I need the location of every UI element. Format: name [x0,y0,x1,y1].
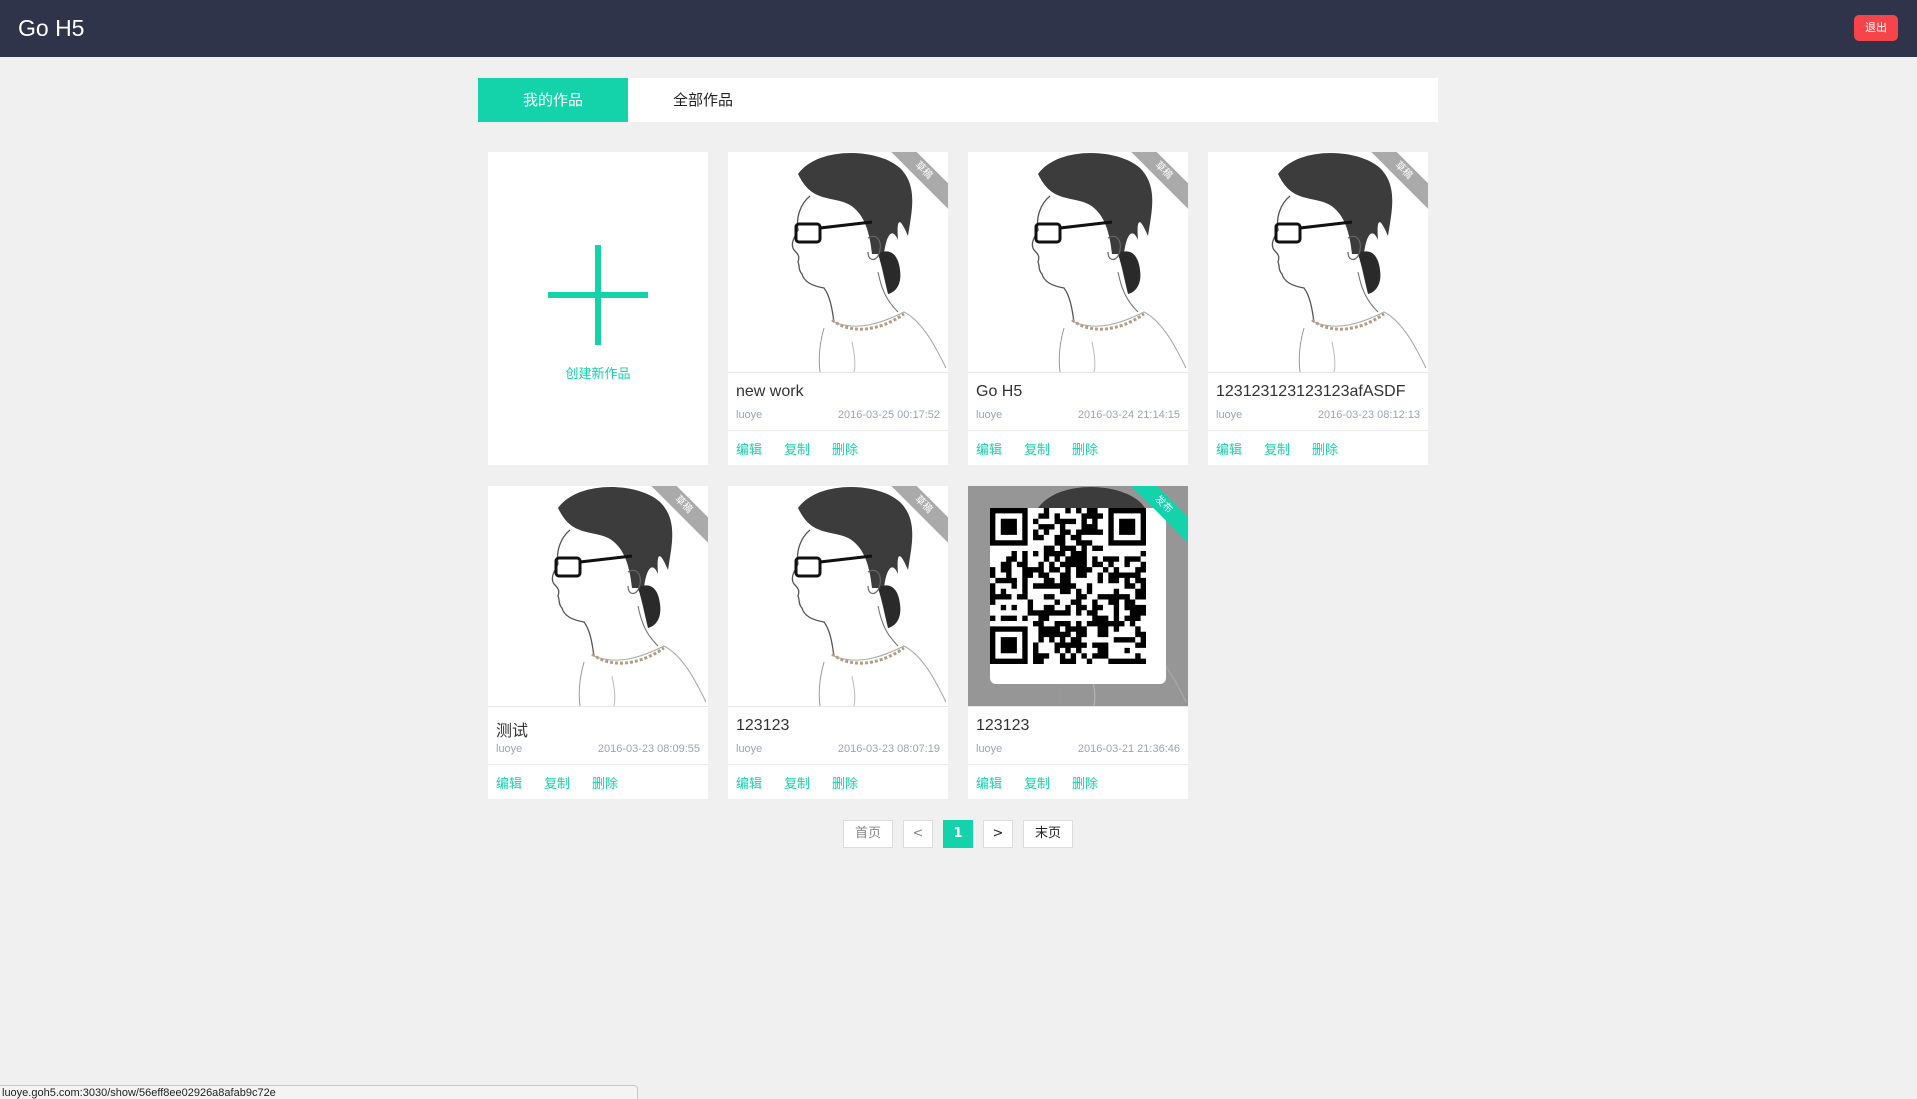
portrait-sketch-image [1031,152,1187,372]
work-thumbnail[interactable]: 草稿 [728,152,948,372]
work-card[interactable]: 草稿 new work luoye 2016-03-25 00:17:52 编辑 复制 删除 [728,152,948,465]
tab-all-works[interactable]: 全部作品 [628,78,778,122]
work-card[interactable]: 草稿 Go H5 luoye 2016-03-24 21:14:15 编辑 复制 删除 [968,152,1188,465]
copy-button[interactable]: 复制 [1024,773,1050,792]
work-author: luoye [1216,409,1243,421]
work-author: luoye [496,743,523,755]
copy-button[interactable]: 复制 [1024,439,1050,458]
work-author: luoye [736,409,763,421]
pager-first-button[interactable]: 首页 [843,820,893,848]
pager-current-page[interactable]: 1 [943,820,973,848]
work-actions: 编辑 复制 删除 [728,765,948,799]
work-meta: 123123123123123afASDF luoye 2016-03-23 08:… [1208,372,1428,431]
delete-button[interactable]: 删除 [832,773,858,792]
work-meta: 测试 luoye 2016-03-23 08:09:55 [488,706,708,765]
work-date: 2016-03-23 08:07:19 [837,743,940,755]
copy-button[interactable]: 复制 [544,773,570,792]
edit-button[interactable]: 编辑 [1216,439,1242,458]
work-author: luoye [976,743,1003,755]
work-actions: 编辑 复制 删除 [728,431,948,465]
work-title[interactable]: 123123123123123afASDF [1216,383,1406,401]
work-actions: 编辑 复制 删除 [968,765,1188,799]
edit-button[interactable]: 编辑 [976,439,1002,458]
edit-button[interactable]: 编辑 [736,773,762,792]
tab-my-works[interactable]: 我的作品 [478,78,628,122]
work-date: 2016-03-21 21:36:46 [1077,743,1180,755]
work-meta: 123123 luoye 2016-03-21 21:36:46 [968,706,1188,765]
work-author: luoye [976,409,1003,421]
works-tabs: 我的作品 全部作品 [478,78,1438,122]
pager-next-button[interactable]: > [983,820,1013,848]
work-actions: 编辑 复制 删除 [488,765,708,799]
work-actions: 编辑 复制 删除 [1208,431,1428,465]
create-work-card[interactable]: 创建新作品 [488,152,708,465]
work-title[interactable]: new work [736,383,804,401]
create-work-label: 创建新作品 [565,367,631,382]
delete-button[interactable]: 删除 [1072,439,1098,458]
work-author: luoye [736,743,763,755]
delete-button[interactable]: 删除 [1072,773,1098,792]
work-title[interactable]: 123123 [736,717,789,735]
work-date: 2016-03-23 08:09:55 [597,743,700,755]
work-date: 2016-03-24 21:14:15 [1077,409,1180,421]
portrait-sketch-image [791,152,947,372]
delete-button[interactable]: 删除 [1312,439,1338,458]
pager-prev-button[interactable]: < [903,820,933,848]
brand-logo[interactable]: Go H5 [18,13,84,43]
work-thumbnail[interactable]: 发布 [968,486,1188,706]
work-meta: 123123 luoye 2016-03-23 08:07:19 [728,706,948,765]
work-title[interactable]: Go H5 [976,383,1022,401]
work-thumbnail[interactable]: 草稿 [1208,152,1428,372]
work-actions: 编辑 复制 删除 [968,431,1188,465]
copy-button[interactable]: 复制 [1264,439,1290,458]
work-date: 2016-03-23 08:12:13 [1317,409,1420,421]
delete-button[interactable]: 删除 [592,773,618,792]
qr-code-image [990,508,1166,684]
work-card[interactable]: 草稿 123123 luoye 2016-03-23 08:07:19 编辑 复制 删除 [728,486,948,799]
work-thumbnail[interactable]: 草稿 [488,486,708,706]
browser-status-url: luoye.goh5.com:3030/show/56eff8ee02926a8… [0,1085,638,1099]
work-meta: Go H5 luoye 2016-03-24 21:14:15 [968,372,1188,431]
edit-button[interactable]: 编辑 [976,773,1002,792]
portrait-sketch-image [1271,152,1427,372]
copy-button[interactable]: 复制 [784,773,810,792]
logout-button[interactable]: 退出 [1854,15,1898,41]
work-thumbnail[interactable]: 草稿 [968,152,1188,372]
portrait-sketch-image [551,486,707,706]
work-date: 2016-03-25 00:17:52 [837,409,940,421]
work-title[interactable]: 123123 [976,717,1029,735]
work-title[interactable]: 测试 [496,717,528,741]
top-navbar: Go H5 退出 [0,0,1917,57]
work-card[interactable]: 发布 123123 luoye 2016-03-21 21:36:46 编辑 复制 删除 [968,486,1188,799]
work-card[interactable]: 草稿测试 luoye 2016-03-23 08:09:55 编辑 复制 删除 [488,486,708,799]
work-card[interactable]: 草稿 123123123123123afASDF luoye 2016-03-23 0… [1208,152,1428,465]
delete-button[interactable]: 删除 [832,439,858,458]
pager-last-button[interactable]: 末页 [1023,820,1073,848]
work-thumbnail[interactable]: 草稿 [728,486,948,706]
work-meta: new work luoye 2016-03-25 00:17:52 [728,372,948,431]
edit-button[interactable]: 编辑 [496,773,522,792]
copy-button[interactable]: 复制 [784,439,810,458]
edit-button[interactable]: 编辑 [736,439,762,458]
portrait-sketch-image [791,486,947,706]
